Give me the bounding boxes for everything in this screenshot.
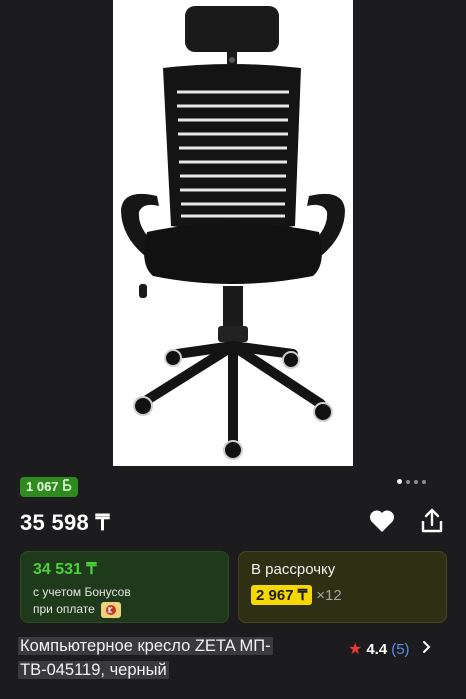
bonus-badge: 1 067: [20, 477, 78, 497]
pager-dot[interactable]: [414, 479, 418, 484]
product-price: 35 598 ₸: [20, 510, 110, 535]
carousel-pager[interactable]: [397, 479, 426, 484]
bonus-price: 34 531 ₸: [33, 561, 97, 578]
share-button[interactable]: [416, 507, 448, 539]
pager-dot[interactable]: [406, 479, 410, 484]
rating-score: 4.4: [366, 640, 388, 658]
favorite-button[interactable]: [366, 507, 398, 539]
bonus-line-2: при оплате: [33, 601, 216, 618]
kaspi-icon: [101, 601, 122, 618]
bonus-line-1: с учетом Бонусов: [33, 585, 131, 599]
heart-icon: [368, 508, 396, 539]
review-count: (5): [391, 640, 410, 658]
star-icon: ★: [348, 641, 363, 658]
bonus-description: с учетом Бонусов при оплате: [33, 584, 216, 618]
bonus-amount: 1 067: [26, 479, 59, 494]
bonus-b-icon: [62, 477, 72, 497]
chevron-right-icon: [422, 640, 431, 659]
rating-link[interactable]: ★ 4.4 (5): [348, 639, 431, 659]
chair-illustration: [121, 6, 345, 460]
bonus-price-card[interactable]: 34 531 ₸ с учетом Бонусов при оплате: [20, 551, 229, 623]
product-title: Компьютерное кресло ZETA МП-ТВ-045119, ч…: [18, 637, 273, 679]
pager-dot[interactable]: [422, 479, 426, 484]
product-image[interactable]: [113, 0, 353, 466]
installment-card[interactable]: В рассрочку 2 967 ₸ ×12: [238, 551, 447, 623]
monthly-payment: 2 967 ₸: [251, 585, 313, 605]
share-icon: [419, 507, 445, 540]
pager-dot[interactable]: [397, 479, 402, 484]
installment-months: ×12: [316, 586, 342, 604]
installment-title: В рассрочку: [251, 561, 336, 578]
